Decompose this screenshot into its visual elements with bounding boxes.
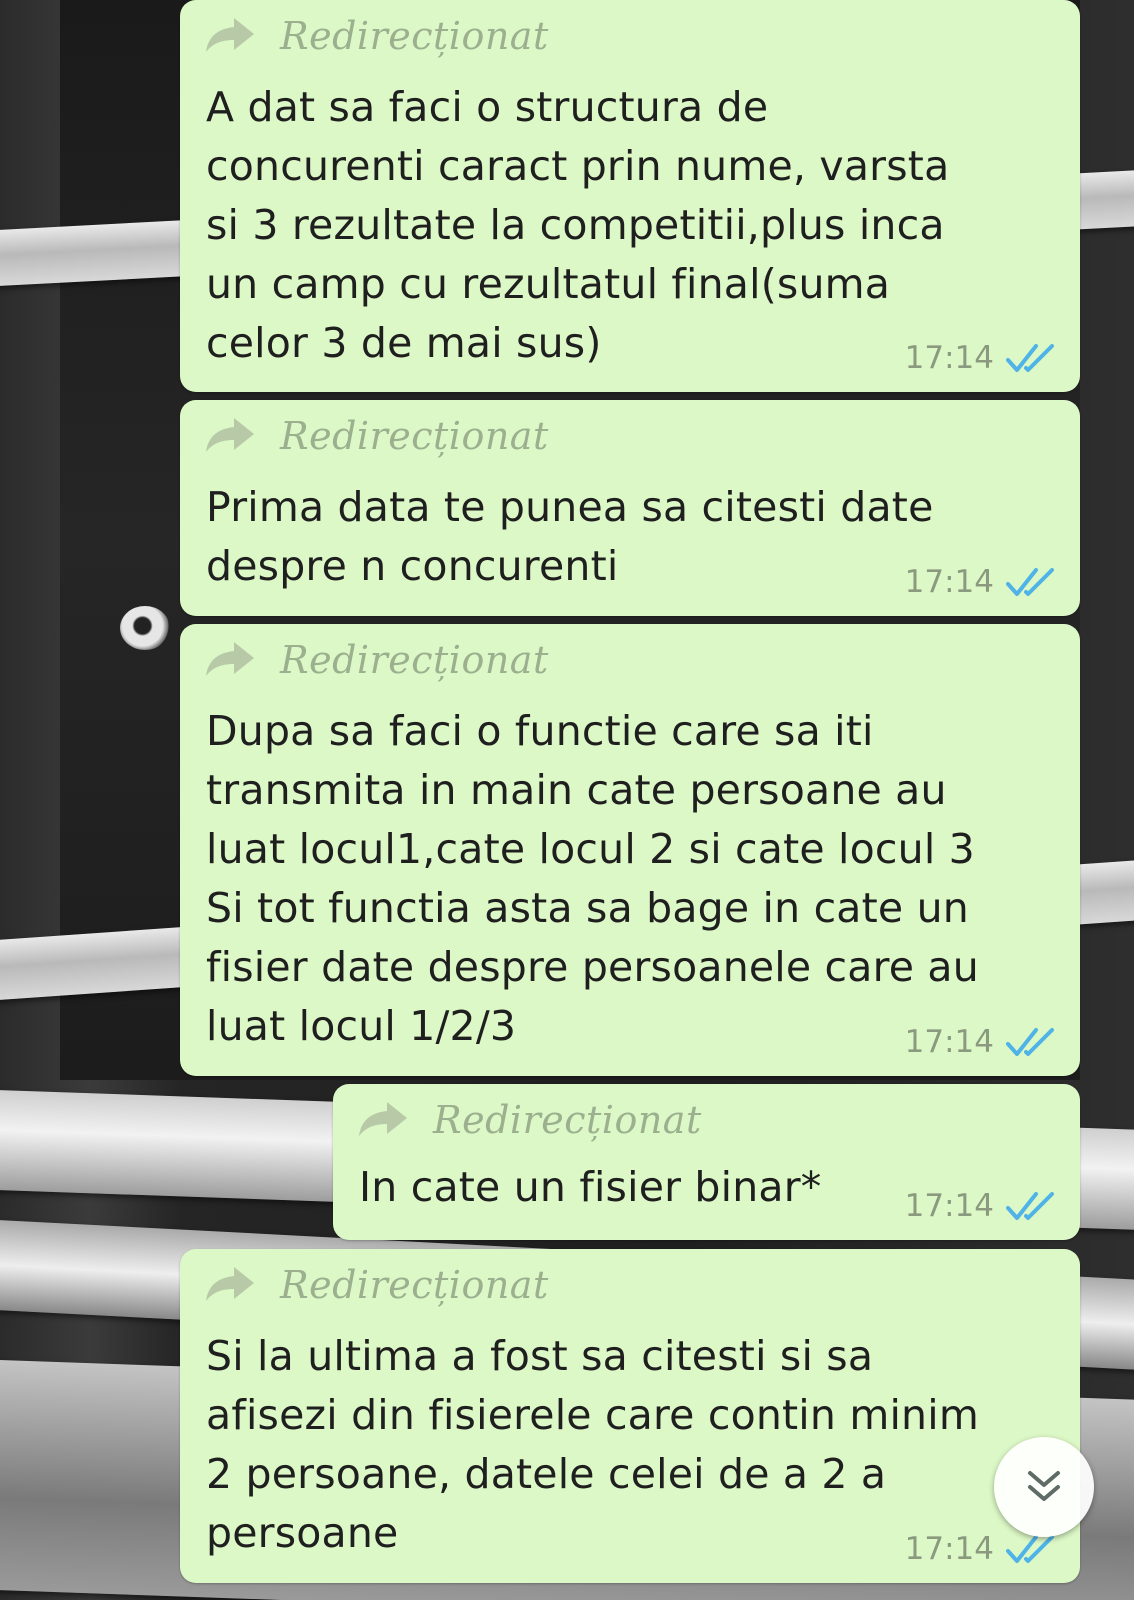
forwarded-label: Redirecționat [280, 1263, 549, 1307]
message-text: Dupa sa faci o functie care sa iti trans… [206, 707, 979, 1050]
forward-arrow-icon [206, 418, 254, 452]
outgoing-message-bubble[interactable]: Redirecționat Si la ultima a fost sa cit… [180, 1249, 1080, 1583]
outgoing-message-bubble[interactable]: Redirecționat Prima data te punea sa cit… [180, 400, 1080, 616]
forward-arrow-icon [206, 1267, 254, 1301]
forwarded-label: Redirecționat [280, 638, 549, 682]
double-check-icon [1006, 344, 1054, 372]
message-time: 17:14 [904, 340, 994, 376]
forwarded-indicator: Redirecționat [204, 1259, 549, 1311]
chevron-double-down-icon [1028, 1471, 1060, 1501]
scroll-to-bottom-button[interactable] [994, 1437, 1094, 1537]
message-time: 17:14 [904, 1188, 994, 1224]
forward-arrow-icon [359, 1102, 407, 1136]
outgoing-message-bubble[interactable]: Redirecționat In cate un fisier binar* 1… [333, 1084, 1080, 1240]
message-time: 17:14 [904, 1531, 994, 1567]
message-meta: 17:14 [905, 1188, 1056, 1224]
double-check-icon [1006, 568, 1054, 596]
outgoing-message-bubble[interactable]: Redirecționat Dupa sa faci o functie car… [180, 624, 1080, 1076]
forwarded-label: Redirecționat [280, 414, 549, 458]
double-check-icon [1006, 1535, 1054, 1563]
double-check-icon [1006, 1028, 1054, 1056]
forwarded-indicator: Redirecționat [204, 634, 549, 686]
message-time: 17:14 [904, 1024, 994, 1060]
double-check-icon [1006, 1192, 1054, 1220]
forward-arrow-icon [206, 642, 254, 676]
forward-arrow-icon [206, 18, 254, 52]
forwarded-indicator: Redirecționat [357, 1094, 702, 1146]
message-meta: 17:14 [905, 340, 1056, 376]
message-meta: 17:14 [905, 564, 1056, 600]
message-meta: 17:14 [905, 1024, 1056, 1060]
message-meta: 17:14 [905, 1531, 1056, 1567]
message-text: Si la ultima a fost sa citesti si sa afi… [206, 1332, 979, 1557]
outgoing-message-bubble[interactable]: Redirecționat A dat sa faci o structura … [180, 0, 1080, 392]
message-text: A dat sa faci o structura de concurenti … [206, 83, 950, 367]
forwarded-label: Redirecționat [433, 1098, 702, 1142]
message-list[interactable]: Redirecționat A dat sa faci o structura … [0, 0, 1134, 1600]
message-time: 17:14 [904, 564, 994, 600]
forwarded-label: Redirecționat [280, 14, 549, 58]
forwarded-indicator: Redirecționat [204, 410, 549, 462]
forwarded-indicator: Redirecționat [204, 10, 549, 62]
